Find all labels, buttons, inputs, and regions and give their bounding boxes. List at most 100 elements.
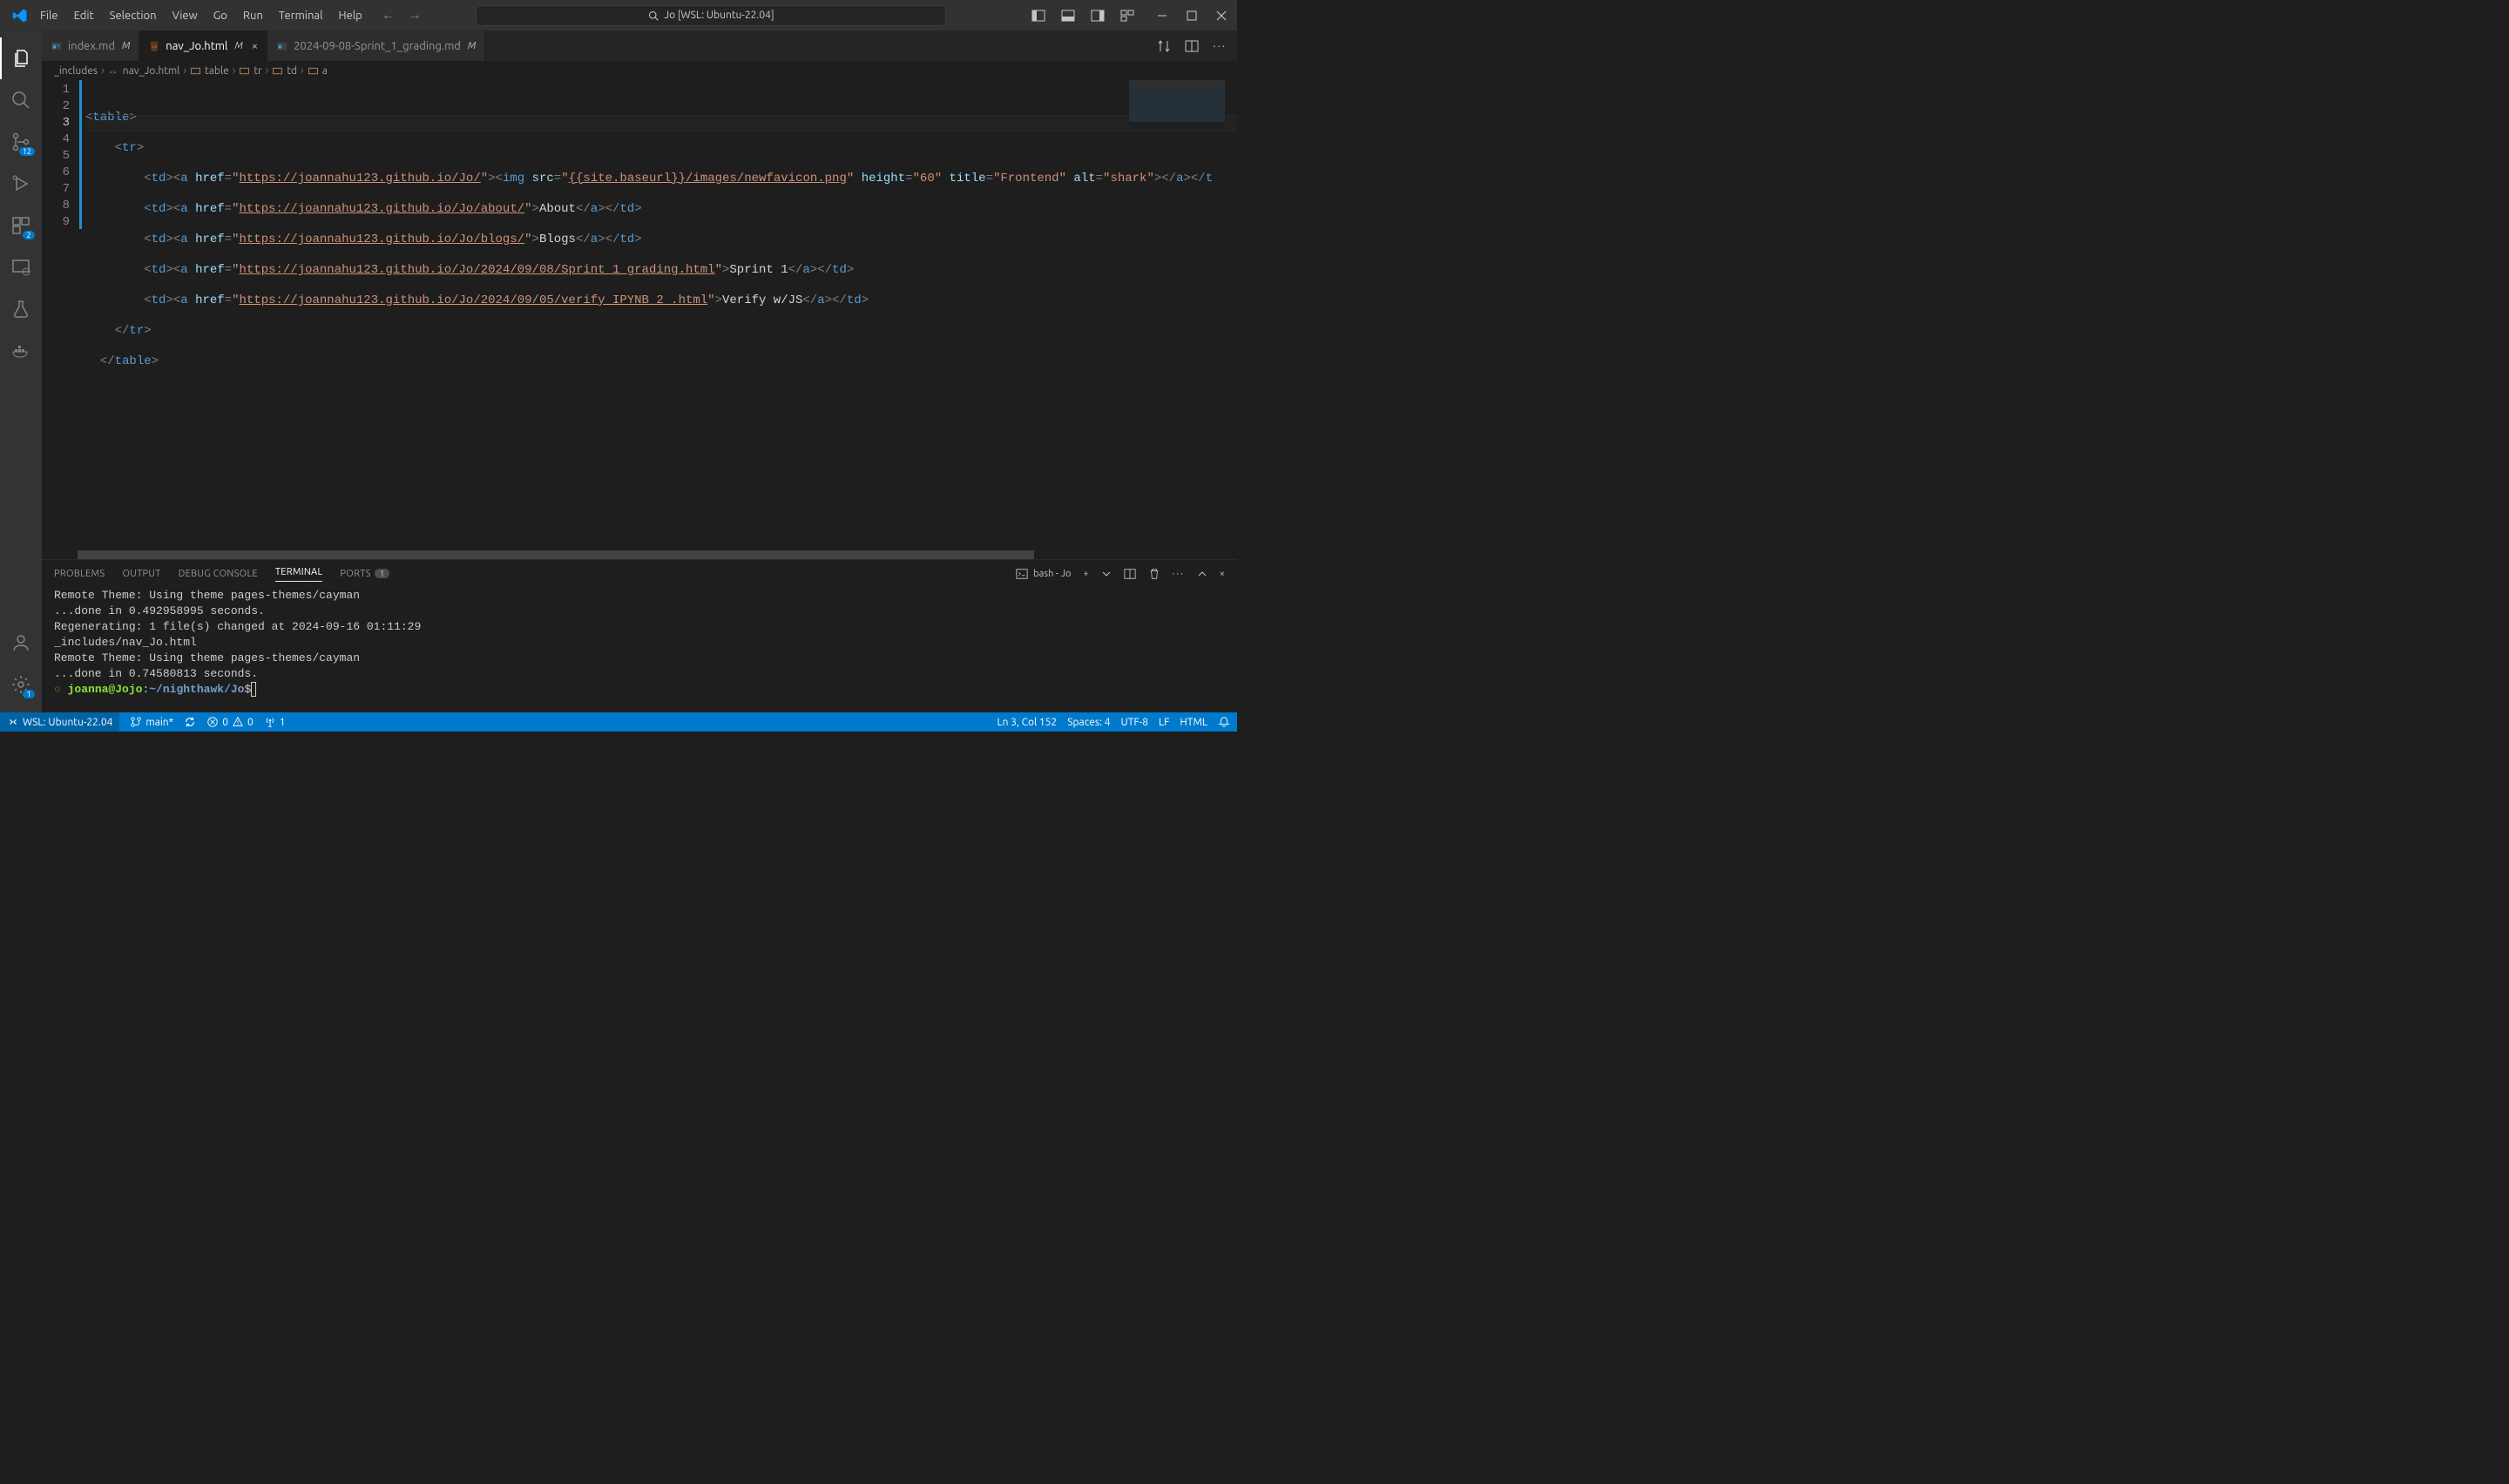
status-encoding[interactable]: UTF-8 (1121, 717, 1148, 728)
markdown-icon (51, 40, 63, 52)
activity-scm[interactable]: 12 (0, 121, 42, 163)
menu-view[interactable]: View (166, 6, 205, 25)
error-icon (206, 716, 219, 728)
status-ports[interactable]: 1 (264, 716, 286, 728)
git-gutter-modified (79, 80, 82, 229)
split-terminal-icon[interactable] (1124, 568, 1136, 580)
command-center[interactable]: Jo [WSL: Ubuntu-22.04] (476, 5, 946, 26)
status-problems[interactable]: 0 0 (206, 716, 254, 728)
tab-ports[interactable]: PORTS1 (340, 569, 389, 579)
close-panel-icon[interactable]: × (1220, 569, 1225, 579)
compare-changes-icon[interactable] (1157, 39, 1171, 53)
account-icon (10, 632, 31, 653)
tab-terminal[interactable]: TERMINAL (275, 567, 323, 582)
horizontal-scrollbar[interactable] (42, 550, 1237, 559)
tab-label: index.md (68, 40, 115, 52)
activity-accounts[interactable] (0, 622, 42, 664)
scm-badge: 12 (19, 147, 35, 156)
customize-layout-icon[interactable] (1120, 9, 1134, 23)
menu-go[interactable]: Go (206, 6, 234, 25)
status-remote[interactable]: WSL: Ubuntu-22.04 (0, 712, 119, 732)
tab-modified: M (234, 41, 242, 51)
tab-modified: M (122, 41, 130, 51)
minimap[interactable] (1129, 80, 1225, 129)
tab-problems[interactable]: PROBLEMS (54, 569, 105, 579)
status-cursor-position[interactable]: Ln 3, Col 152 (997, 717, 1057, 728)
docker-icon (10, 341, 31, 361)
more-actions-icon[interactable]: ··· (1173, 569, 1185, 579)
chevron-right-icon: › (266, 64, 269, 77)
tab-modified: M (468, 41, 476, 51)
minimize-icon[interactable] (1157, 10, 1167, 21)
activity-testing[interactable] (0, 288, 42, 330)
close-icon[interactable] (1216, 10, 1227, 21)
breadcrumb-folder[interactable]: _includes (54, 65, 98, 77)
breadcrumb-item[interactable]: table (205, 65, 229, 77)
trash-icon[interactable] (1148, 568, 1160, 580)
search-icon (648, 10, 659, 21)
svg-text:<>: <> (109, 68, 116, 75)
bell-icon[interactable] (1218, 716, 1230, 728)
close-icon[interactable]: × (252, 40, 258, 52)
tab-debug-console[interactable]: DEBUG CONSOLE (179, 569, 258, 579)
activity-explorer[interactable] (0, 37, 42, 79)
tab-index-md[interactable]: index.md M (42, 30, 139, 61)
activity-settings[interactable]: 1 (0, 664, 42, 705)
activity-search[interactable] (0, 79, 42, 121)
activity-debug[interactable] (0, 163, 42, 205)
svg-text:<>: <> (152, 44, 158, 50)
new-terminal-icon[interactable]: + (1083, 569, 1088, 579)
maximize-icon[interactable] (1187, 10, 1197, 21)
nav-back-icon[interactable]: ← (382, 7, 396, 24)
layout-left-icon[interactable] (1031, 9, 1045, 23)
chevron-right-icon: › (101, 64, 105, 77)
terminal-icon (1016, 568, 1028, 580)
breadcrumb-item[interactable]: a (322, 65, 328, 77)
git-branch-icon (130, 716, 142, 728)
files-icon (11, 48, 32, 69)
tab-nav-jo-html[interactable]: <> nav_Jo.html M × (139, 30, 267, 61)
symbol-field-icon (272, 65, 283, 77)
more-actions-icon[interactable]: ··· (1213, 40, 1227, 52)
terminal-output[interactable]: Remote Theme: Using theme pages-themes/c… (42, 588, 1237, 712)
status-branch[interactable]: main* (130, 716, 173, 728)
breadcrumb-item[interactable]: td (287, 65, 297, 77)
status-eol[interactable]: LF (1159, 717, 1169, 728)
activity-extensions[interactable]: 2 (0, 205, 42, 246)
menu-edit[interactable]: Edit (67, 6, 101, 25)
radio-tower-icon (264, 716, 276, 728)
remote-explorer-icon (10, 257, 31, 278)
menu-run[interactable]: Run (236, 6, 270, 25)
terminal-shell-label[interactable]: bash - Jo (1033, 569, 1071, 579)
editor-content[interactable]: <table> <tr> <td><a href="https://joanna… (85, 80, 1237, 550)
sync-icon[interactable] (184, 716, 196, 728)
markdown-icon (276, 40, 288, 52)
breadcrumb[interactable]: _includes › <> nav_Jo.html › table › tr … (42, 61, 1237, 80)
split-editor-icon[interactable] (1185, 39, 1199, 53)
chevron-down-icon[interactable] (1101, 569, 1112, 579)
activity-docker[interactable] (0, 330, 42, 372)
chevron-right-icon: › (301, 64, 304, 77)
menu-selection[interactable]: Selection (103, 6, 164, 25)
status-indentation[interactable]: Spaces: 4 (1067, 717, 1110, 728)
menu-help[interactable]: Help (331, 6, 369, 25)
activity-remote[interactable] (0, 246, 42, 288)
menu-terminal[interactable]: Terminal (272, 6, 330, 25)
symbol-field-icon (190, 65, 201, 77)
symbol-field-icon (308, 65, 319, 77)
breadcrumb-file[interactable]: nav_Jo.html (123, 65, 180, 77)
status-language[interactable]: HTML (1180, 717, 1207, 728)
tab-sprint-grading[interactable]: 2024-09-08-Sprint_1_grading.md M (267, 30, 485, 61)
nav-forward-icon[interactable]: → (408, 7, 422, 24)
extensions-badge: 2 (23, 231, 35, 239)
layout-right-icon[interactable] (1091, 9, 1105, 23)
chevron-right-icon: › (233, 64, 236, 77)
tab-output[interactable]: OUTPUT (122, 569, 160, 579)
command-center-text: Jo [WSL: Ubuntu-22.04] (664, 10, 774, 21)
chevron-up-icon[interactable] (1197, 569, 1207, 579)
settings-badge: 1 (23, 690, 35, 698)
breadcrumb-item[interactable]: tr (254, 65, 261, 77)
menu-file[interactable]: File (33, 6, 65, 25)
debug-icon (10, 173, 31, 194)
layout-bottom-icon[interactable] (1061, 9, 1075, 23)
